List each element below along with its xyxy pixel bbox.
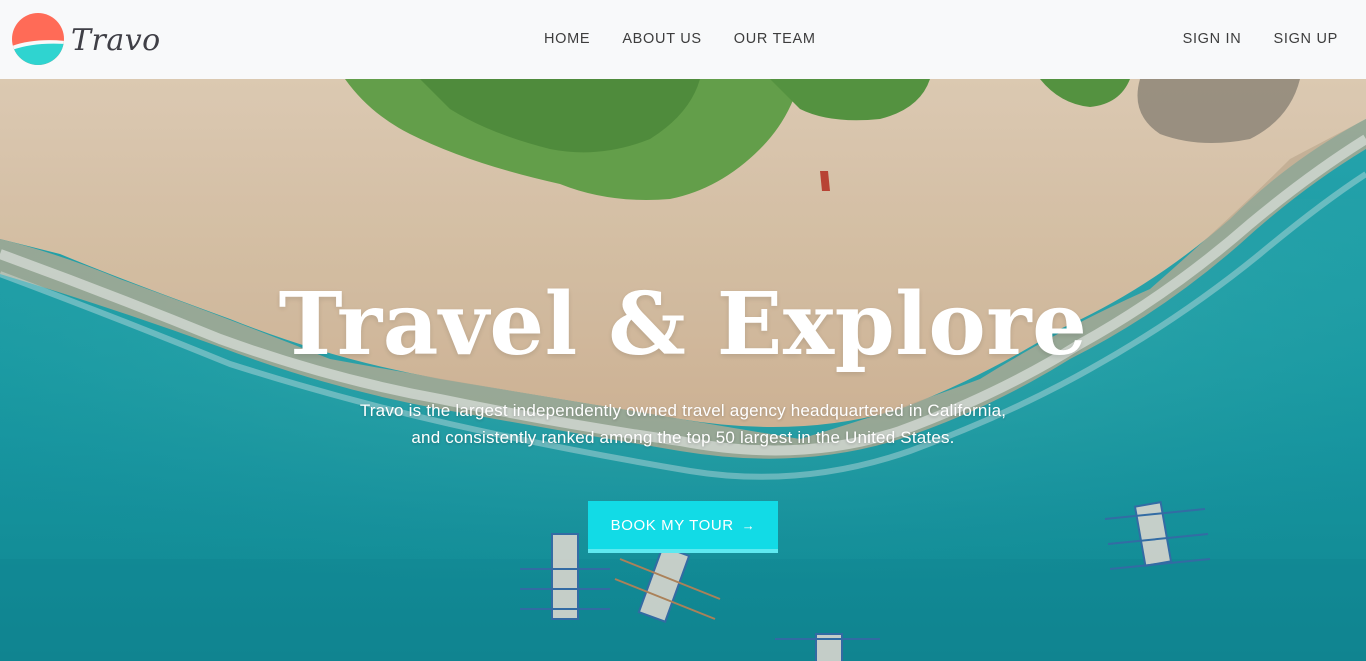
hero-title: Travel & Explore [278, 274, 1088, 375]
nav-our-team[interactable]: OUR TEAM [734, 31, 816, 47]
nav-home[interactable]: HOME [544, 31, 590, 47]
navbar: Travo HOME ABOUT US OUR TEAM SIGN IN SIG… [0, 0, 1366, 79]
sign-up-link[interactable]: SIGN UP [1273, 31, 1338, 47]
logo[interactable]: Travo [12, 13, 172, 67]
auth-links: SIGN IN SIGN UP [1151, 31, 1338, 47]
hero-section: Travel & Explore Travo is the largest in… [0, 79, 1366, 661]
book-my-tour-button[interactable]: BOOK MY TOUR → [588, 501, 778, 553]
logo-text: Travo [71, 22, 161, 58]
arrow-right-icon: → [741, 517, 756, 533]
cta-label: BOOK MY TOUR [610, 516, 734, 534]
hero-subtitle: Travo is the largest independently owned… [359, 401, 1007, 447]
main-nav: HOME ABOUT US OUR TEAM [544, 31, 848, 47]
nav-about-us[interactable]: ABOUT US [622, 31, 701, 47]
sign-in-link[interactable]: SIGN IN [1183, 31, 1242, 47]
logo-mark-icon [12, 13, 64, 65]
